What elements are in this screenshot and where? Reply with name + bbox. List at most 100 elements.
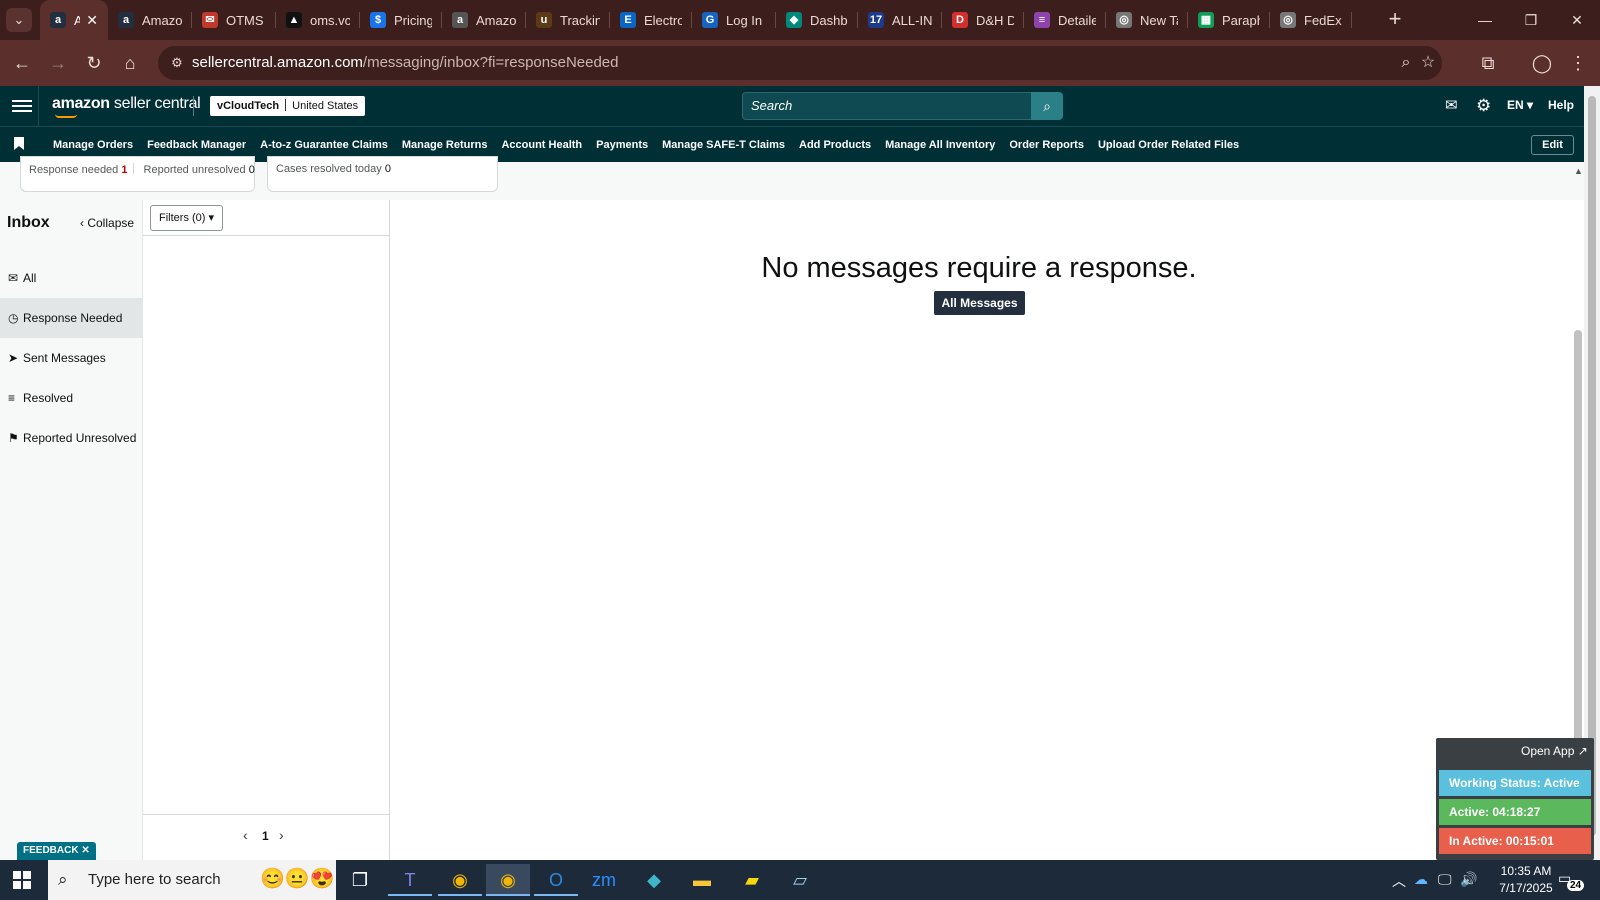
extensions-icon[interactable]: ⧉ <box>1476 51 1500 75</box>
browser-tab[interactable]: $ Pricing <box>360 0 442 40</box>
window-close-icon[interactable]: ✕ <box>1554 0 1600 40</box>
filters-button[interactable]: Filters (0) ▾ <box>150 205 224 231</box>
pagination: ‹ 1 › <box>143 814 389 860</box>
zoom-icon[interactable]: ⌕ <box>1396 53 1416 73</box>
outlook-icon[interactable]: O <box>534 864 578 896</box>
inbox-folder-item[interactable]: ⚑ Reported Unresolved <box>0 418 142 458</box>
new-tab-button[interactable]: + <box>1383 8 1407 32</box>
language-selector[interactable]: EN ▾ <box>1507 98 1533 112</box>
browser-tab[interactable]: u Trackin <box>526 0 610 40</box>
clock-time[interactable]: 10:35 AM <box>1490 864 1562 878</box>
restore-icon[interactable]: ❐ <box>1508 0 1554 40</box>
chrome-menu-icon[interactable]: ⋮ <box>1566 51 1590 75</box>
stats-card-response[interactable]: Response needed 1 Reported unresolved 0 <box>20 156 255 192</box>
mail-icon[interactable]: ✉ <box>1445 98 1461 114</box>
tab-close-icon[interactable]: ✕ <box>86 12 98 29</box>
reported-unresolved-count: 0 <box>248 164 255 176</box>
site-settings-icon[interactable]: ⚙ <box>168 54 186 72</box>
clock-date[interactable]: 7/17/2025 <box>1490 881 1562 895</box>
address-bar[interactable]: ⚙ sellercentral.amazon.com/messaging/inb… <box>158 46 1442 80</box>
next-page-icon[interactable]: › <box>279 827 284 843</box>
scroll-up-arrow-icon[interactable]: ▲ <box>1574 166 1583 176</box>
browser-tab[interactable]: a Amazo <box>442 0 526 40</box>
home-icon[interactable]: ⌂ <box>118 51 142 75</box>
search-icon: ⌕ <box>58 870 68 889</box>
collapse-button[interactable]: ‹ Collapse <box>80 216 134 230</box>
nav-item[interactable]: Manage All Inventory <box>878 127 1002 163</box>
browser-tab[interactable]: a Amazo <box>108 0 192 40</box>
file-explorer-icon[interactable]: ▬ <box>680 864 724 896</box>
browser-tab[interactable]: ◎ New Ta <box>1106 0 1188 40</box>
previous-page-icon[interactable]: ‹ <box>243 827 248 843</box>
hamburger-menu-icon[interactable] <box>12 97 32 115</box>
browser-tab-strip: ⌄ a Ar ✕ a Amazo ✉ OTMS ▲ oms.vc $ Pricing a Amazo uT… <box>0 0 1600 40</box>
nav-item[interactable]: Account Health <box>494 127 589 163</box>
browser-tab[interactable]: 17 ALL-IN <box>858 0 942 40</box>
tab-title: Detaile <box>1058 12 1096 28</box>
profile-icon[interactable]: ◯ <box>1530 51 1554 75</box>
task-view-icon[interactable]: ❐ <box>338 864 382 896</box>
account-switcher[interactable]: vCloudTech United States <box>210 96 366 116</box>
bookmark-star-icon[interactable]: ☆ <box>1418 53 1438 73</box>
browser-tab[interactable]: ▦ Paraph <box>1188 0 1270 40</box>
browser-tab[interactable]: D D&H D <box>942 0 1024 40</box>
empty-state-message: No messages require a response. <box>761 252 1197 284</box>
browser-tab[interactable]: ◆ Dashb <box>776 0 858 40</box>
notification-count: 24 <box>1567 880 1585 891</box>
nav-item[interactable]: Add Products <box>792 127 878 163</box>
nav-item[interactable]: Payments <box>589 127 655 163</box>
browser-tab[interactable]: ✉ OTMS <box>192 0 276 40</box>
teams-icon[interactable]: T <box>388 864 432 896</box>
page-scrollbar-thumb[interactable] <box>1588 96 1596 836</box>
tab-title: New Ta <box>1140 12 1178 28</box>
seller-central-logo[interactable]: amazon seller central <box>52 95 201 113</box>
sticky-notes-icon[interactable]: ▰ <box>730 864 774 896</box>
all-messages-button[interactable]: All Messages <box>934 291 1025 315</box>
inbox-sidebar: Inbox ‹ Collapse ✉ All ◷ Response Needed ➤ Se… <box>0 200 143 860</box>
app-diamond-icon[interactable]: ◆ <box>632 864 676 896</box>
volume-icon[interactable]: 🔊 <box>1460 871 1477 888</box>
reload-icon[interactable]: ↻ <box>82 51 106 75</box>
tray-chevron-icon[interactable]: ︿ <box>1392 871 1406 891</box>
inbox-folder-item[interactable]: ◷ Response Needed <box>0 298 142 338</box>
nav-item[interactable]: Manage SAFE-T Claims <box>655 127 792 163</box>
browser-tab[interactable]: E Electro <box>610 0 692 40</box>
tab-search-chevron-icon[interactable]: ⌄ <box>6 8 32 32</box>
network-icon[interactable]: 🖵 <box>1438 871 1452 888</box>
help-link[interactable]: Help <box>1548 98 1574 112</box>
chrome-icon[interactable]: ◉ <box>438 864 482 896</box>
url-text[interactable]: sellercentral.amazon.com/messaging/inbox… <box>192 54 619 71</box>
browser-tab[interactable]: G Log In <box>692 0 776 40</box>
browser-tab[interactable]: ◎ FedEx <box>1270 0 1352 40</box>
feedback-button[interactable]: FEEDBACK ✕ <box>17 842 96 860</box>
resolved-list-icon: ≡ <box>8 391 16 405</box>
gear-icon[interactable]: ⚙ <box>1476 97 1492 115</box>
clock-icon: ◷ <box>8 311 19 325</box>
minimize-icon[interactable]: — <box>1462 0 1508 40</box>
nav-edit-button[interactable]: Edit <box>1531 135 1574 155</box>
forward-arrow-icon[interactable]: → <box>46 51 70 75</box>
onedrive-icon[interactable]: ☁ <box>1414 871 1428 888</box>
inbox-folder-item[interactable]: ✉ All <box>0 258 142 298</box>
open-app-link[interactable]: Open App ↗ <box>1521 744 1588 758</box>
search-icon[interactable]: ⌕ <box>1031 92 1063 120</box>
browser-tab[interactable]: ≡ Detaile <box>1024 0 1106 40</box>
bookmark-icon[interactable] <box>14 137 24 150</box>
chrome-profile-icon[interactable]: ◉ <box>486 864 530 896</box>
header-search-input[interactable]: Search <box>742 92 1032 120</box>
notepad-icon[interactable]: ▱ <box>778 864 822 896</box>
windows-start-icon[interactable] <box>13 871 31 889</box>
inbox-folder-item[interactable]: ➤ Sent Messages <box>0 338 142 378</box>
stats-card-cases[interactable]: Cases resolved today 0 <box>267 156 498 192</box>
browser-tab[interactable]: a Ar ✕ <box>40 0 108 40</box>
chevron-down-icon: ▾ <box>208 212 215 224</box>
tab-title: Pricing <box>394 12 432 28</box>
nav-item[interactable]: Upload Order Related Files <box>1091 127 1246 163</box>
taskbar-search-box[interactable]: ⌕ Type here to search 😊😐😍 <box>48 860 336 900</box>
inbox-folder-item[interactable]: ≡ Resolved <box>0 378 142 418</box>
browser-tab[interactable]: ▲ oms.vc <box>276 0 360 40</box>
nav-item[interactable]: Order Reports <box>1002 127 1091 163</box>
back-arrow-icon[interactable]: ← <box>10 51 34 75</box>
zoom-icon[interactable]: zm <box>582 864 626 896</box>
close-icon[interactable]: ✕ <box>81 845 89 856</box>
